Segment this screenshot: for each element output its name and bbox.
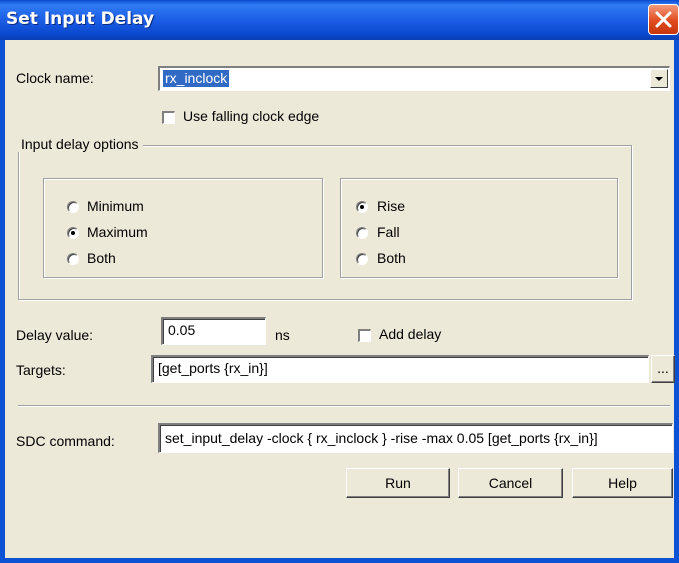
risefall-both-label: Both (377, 250, 406, 266)
sdc-command-field[interactable]: set_input_delay -clock { rx_inclock } -r… (158, 423, 673, 453)
window-title: Set Input Delay (6, 9, 155, 29)
clock-name-value: rx_inclock (161, 69, 231, 88)
help-button[interactable]: Help (572, 468, 673, 498)
cancel-button[interactable]: Cancel (458, 468, 563, 498)
clock-name-combobox[interactable]: rx_inclock (158, 66, 670, 91)
risefall-both-radio[interactable] (356, 253, 368, 265)
rise-label: Rise (377, 198, 406, 214)
minmax-group (43, 178, 323, 278)
delay-unit-label: ns (275, 327, 290, 343)
minimum-radio[interactable] (67, 201, 79, 213)
chevron-down-icon (655, 77, 663, 81)
rise-radio[interactable] (356, 201, 368, 213)
add-delay-checkbox[interactable] (358, 329, 371, 342)
title-bar[interactable]: Set Input Delay (0, 0, 679, 40)
targets-browse-button[interactable]: ... (651, 355, 675, 383)
maximum-label: Maximum (87, 224, 148, 240)
close-icon (655, 11, 672, 28)
minmax-both-label: Both (87, 250, 116, 266)
input-delay-options-title: Input delay options (17, 136, 143, 152)
falling-edge-checkbox[interactable] (162, 111, 175, 124)
falling-edge-label: Use falling clock edge (183, 108, 320, 124)
targets-label: Targets: (16, 362, 66, 378)
minimum-label: Minimum (87, 198, 144, 214)
add-delay-label: Add delay (379, 326, 442, 342)
clock-name-label: Clock name: (16, 70, 94, 86)
minmax-both-radio[interactable] (67, 253, 79, 265)
fall-radio[interactable] (356, 227, 368, 239)
maximum-radio[interactable] (67, 227, 79, 239)
dialog-content: Clock name: rx_inclock Use falling clock… (5, 40, 675, 558)
set-input-delay-dialog: Set Input Delay Clock name: rx_inclock U… (0, 0, 679, 563)
delay-value-label: Delay value: (16, 327, 94, 343)
sdc-command-label: SDC command: (16, 433, 115, 449)
targets-input[interactable]: [get_ports {rx_in}] (151, 355, 649, 383)
run-button[interactable]: Run (346, 468, 450, 498)
delay-value-input[interactable]: 0.05 (161, 317, 266, 345)
fall-label: Fall (377, 224, 400, 240)
clock-name-dropdown-button[interactable] (650, 69, 668, 88)
separator (18, 405, 670, 407)
close-button[interactable] (648, 4, 679, 35)
